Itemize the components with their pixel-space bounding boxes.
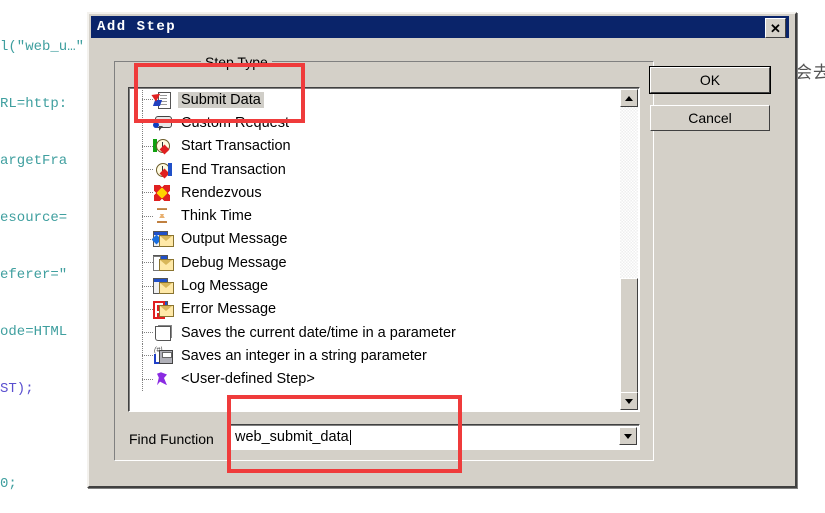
tree-item[interactable]: Log Message: [129, 274, 616, 298]
custom-request-icon: [153, 114, 173, 132]
submit-data-icon: [151, 90, 173, 109]
step-type-tree[interactable]: Submit Data Custom Request Start Transacti…: [128, 87, 640, 412]
tree-connector-icon: [139, 88, 153, 112]
think-time-icon: [153, 207, 173, 225]
rendezvous-icon: [153, 184, 173, 202]
chevron-down-icon[interactable]: [619, 427, 637, 445]
scroll-down-icon[interactable]: [620, 392, 638, 410]
scrollbar-track[interactable]: [620, 107, 638, 393]
text-caret: [349, 429, 351, 445]
tree-item-label: Log Message: [181, 278, 269, 295]
tree-connector-icon: [139, 367, 153, 391]
tree-item[interactable]: Submit Data: [129, 88, 616, 112]
tree-connector-icon: [139, 158, 153, 182]
user-defined-step-icon: [153, 370, 173, 388]
debug-message-icon: [153, 254, 174, 272]
output-message-icon: [151, 230, 174, 248]
tree-item-label: Rendezvous: [181, 184, 262, 201]
dialog-title: Add Step: [97, 19, 177, 35]
close-icon[interactable]: ✕: [765, 18, 786, 38]
save-integer-icon: (#): [153, 347, 173, 365]
tree-item-label: Output Message: [181, 231, 288, 248]
tree-item[interactable]: Output Message: [129, 227, 616, 251]
tree-connector-icon: [139, 344, 153, 368]
dialog-titlebar[interactable]: Add Step ✕: [91, 16, 789, 38]
scroll-up-icon[interactable]: [620, 89, 638, 107]
tree-connector-icon: [139, 297, 153, 321]
ok-button[interactable]: OK: [649, 66, 771, 94]
save-datetime-icon: [153, 324, 173, 342]
tree-item[interactable]: (#) Saves an integer in a string paramete…: [129, 344, 616, 368]
tree-item-label: Saves an integer in a string parameter: [181, 347, 427, 364]
tree-connector-icon: [139, 111, 153, 135]
tree-item-label: Debug Message: [181, 254, 287, 271]
error-message-icon: [153, 300, 174, 320]
tree-connector-icon: [139, 274, 153, 298]
tree-item-label: Error Message: [181, 301, 277, 318]
cancel-button[interactable]: Cancel: [650, 105, 770, 131]
tree-item[interactable]: Start Transaction: [129, 134, 616, 158]
tree-item-label: Start Transaction: [181, 138, 291, 155]
tree-item-label: Submit Data: [178, 91, 264, 108]
tree-connector-icon: [139, 251, 153, 275]
start-transaction-icon: [153, 137, 173, 155]
tree-connector-icon: [139, 204, 153, 228]
tree-item[interactable]: Think Time: [129, 204, 616, 228]
find-function-input[interactable]: web_submit_data: [235, 429, 349, 445]
background-side-text: 会去: [795, 63, 825, 83]
tree-vertical-scrollbar[interactable]: [620, 89, 638, 410]
tree-item-label: Custom Request: [181, 114, 289, 131]
tree-item-label: End Transaction: [181, 161, 286, 178]
tree-connector-icon: [139, 134, 153, 158]
tree-item[interactable]: Rendezvous: [129, 181, 616, 205]
tree-item-label: Saves the current date/time in a paramet…: [181, 324, 456, 341]
log-message-icon: [153, 277, 174, 295]
tree-item[interactable]: Debug Message: [129, 251, 616, 275]
tree-item[interactable]: Error Message: [129, 297, 616, 321]
step-type-tree-list: Submit Data Custom Request Start Transacti…: [129, 88, 616, 391]
tree-item-label: Think Time: [181, 208, 252, 225]
tree-item[interactable]: Custom Request: [129, 111, 616, 135]
add-step-dialog: Add Step ✕ Step Type Submit Data Custom R…: [87, 12, 797, 488]
tree-item-label: <User-defined Step>: [181, 371, 315, 388]
tree-item[interactable]: End Transaction: [129, 158, 616, 182]
tree-connector-icon: [139, 181, 153, 205]
end-transaction-icon: [153, 161, 173, 179]
find-function-label: Find Function: [129, 431, 214, 447]
step-type-group-label: Step Type: [201, 54, 272, 70]
tree-item[interactable]: <User-defined Step>: [129, 367, 616, 391]
tree-connector-icon: [139, 321, 153, 345]
tree-item[interactable]: Saves the current date/time in a paramet…: [129, 321, 616, 345]
scrollbar-thumb[interactable]: [620, 278, 638, 393]
find-function-combo[interactable]: web_submit_data: [229, 424, 640, 450]
